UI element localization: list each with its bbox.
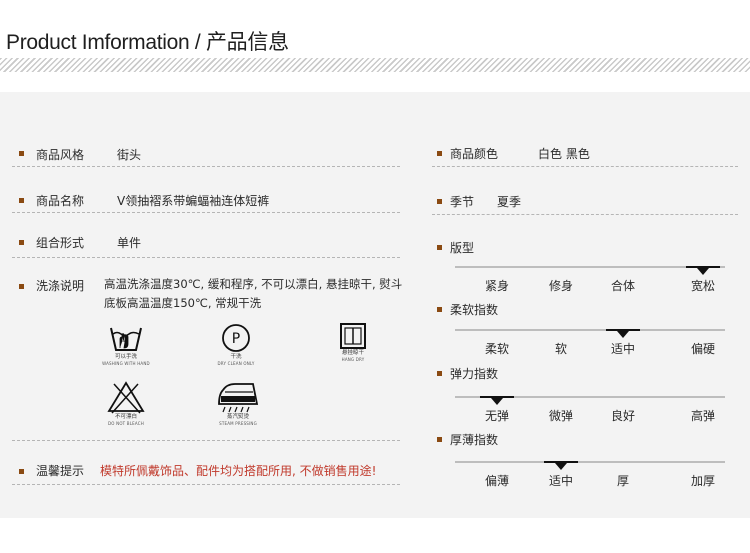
scale-option: 宽松 (690, 279, 716, 293)
care-caption: 可以手洗 (114, 354, 137, 360)
bullet-icon (19, 151, 24, 156)
label-combo: 组合形式 (36, 236, 85, 250)
scale-option: 紧身 (484, 279, 510, 293)
row-divider (12, 440, 400, 441)
care-caption: 悬挂晾干 (341, 350, 364, 356)
scale-pointer (555, 463, 567, 470)
bullet-icon (437, 199, 442, 204)
care-no-bleach: 不可漂白 DO NOT BLEACH (96, 380, 156, 427)
scale-option: 偏硬 (690, 342, 716, 356)
page-title: Product Imformation / 产品信息 (6, 31, 289, 54)
scale-title: 版型 (450, 241, 475, 255)
scale-track (455, 461, 725, 463)
tip-text: 模特所佩戴饰品、配件均为搭配所用, 不做销售用途! (100, 464, 377, 478)
scale-title: 柔软指数 (450, 303, 499, 317)
scale-option: 合体 (610, 279, 636, 293)
scale-option: 柔软 (484, 342, 510, 356)
scale-option: 适中 (548, 474, 574, 488)
bullet-icon (19, 469, 24, 474)
bullet-icon (437, 437, 442, 442)
care-caption: 干洗 (230, 354, 242, 360)
care-hang-dry: 悬挂晾干 HANG DRY (328, 322, 378, 363)
hatch-divider (0, 58, 750, 72)
care-steam-iron: 蒸汽熨烫 STEAM PRESSING (206, 380, 270, 427)
care-caption-en: DRY CLEAN ONLY (217, 361, 255, 366)
scale-option: 无弹 (484, 409, 510, 423)
label-wash: 洗涤说明 (36, 279, 85, 293)
scale-option: 适中 (610, 342, 636, 356)
care-caption-en: HANG DRY (341, 357, 365, 362)
dry-clean-icon: P (222, 324, 250, 352)
care-caption-en: WASHING WITH HAND (102, 361, 150, 366)
row-divider (432, 214, 738, 215)
scale-option: 微弹 (548, 409, 574, 423)
label-style: 商品风格 (36, 148, 85, 162)
bullet-icon (437, 151, 442, 156)
bullet-icon (437, 371, 442, 376)
value-style: 街头 (117, 148, 142, 162)
care-caption: 不可漂白 (114, 414, 137, 420)
bullet-icon (437, 245, 442, 250)
scale-option: 软 (554, 342, 568, 356)
bullet-icon (437, 307, 442, 312)
scale-pointer (617, 331, 629, 338)
label-name: 商品名称 (36, 194, 85, 208)
scale-option: 偏薄 (484, 474, 510, 488)
value-color: 白色 黑色 (538, 147, 590, 161)
value-combo: 单件 (117, 236, 142, 250)
care-hand-wash: 可以手洗 WASHING WITH HAND (96, 322, 156, 367)
scale-pointer (491, 398, 503, 405)
value-season: 夏季 (497, 195, 522, 209)
label-color: 商品颜色 (450, 147, 499, 161)
hand-wash-icon (110, 327, 142, 351)
scale-option: 修身 (548, 279, 574, 293)
row-divider (12, 212, 400, 213)
scale-option: 高弹 (690, 409, 716, 423)
care-dry-clean: P 干洗 DRY CLEAN ONLY (206, 322, 266, 367)
row-divider (432, 166, 738, 167)
scale-option: 良好 (610, 409, 636, 423)
row-divider (12, 484, 400, 485)
scale-title: 弹力指数 (450, 367, 499, 381)
label-season: 季节 (450, 195, 475, 209)
steam-iron-icon (218, 383, 259, 413)
label-tip: 温馨提示 (36, 464, 85, 478)
footer-space (0, 518, 750, 553)
care-caption-en: DO NOT BLEACH (108, 421, 144, 426)
scale-option: 厚 (616, 474, 630, 488)
scale-title: 厚薄指数 (450, 433, 499, 447)
hang-dry-icon (340, 323, 366, 349)
bullet-icon (19, 284, 24, 289)
value-name: V领抽褶系带蝙蝠袖连体短裤 (117, 194, 270, 208)
row-divider (12, 257, 400, 258)
scale-track (455, 329, 725, 331)
scale-track (455, 266, 725, 268)
scale-pointer (697, 268, 709, 275)
header: Product Imformation / 产品信息 (0, 0, 750, 90)
no-bleach-icon (107, 381, 145, 414)
care-caption-en: STEAM PRESSING (219, 421, 257, 426)
bullet-icon (19, 198, 24, 203)
wash-instructions: 高温洗涤温度30℃, 缓和程序, 不可以漂白, 悬挂晾干, 熨斗底板高温温度15… (104, 277, 403, 310)
care-caption: 蒸汽熨烫 (226, 414, 249, 420)
bullet-icon (19, 240, 24, 245)
svg-text:P: P (232, 331, 240, 347)
scale-option: 加厚 (690, 474, 716, 488)
row-divider (12, 166, 400, 167)
